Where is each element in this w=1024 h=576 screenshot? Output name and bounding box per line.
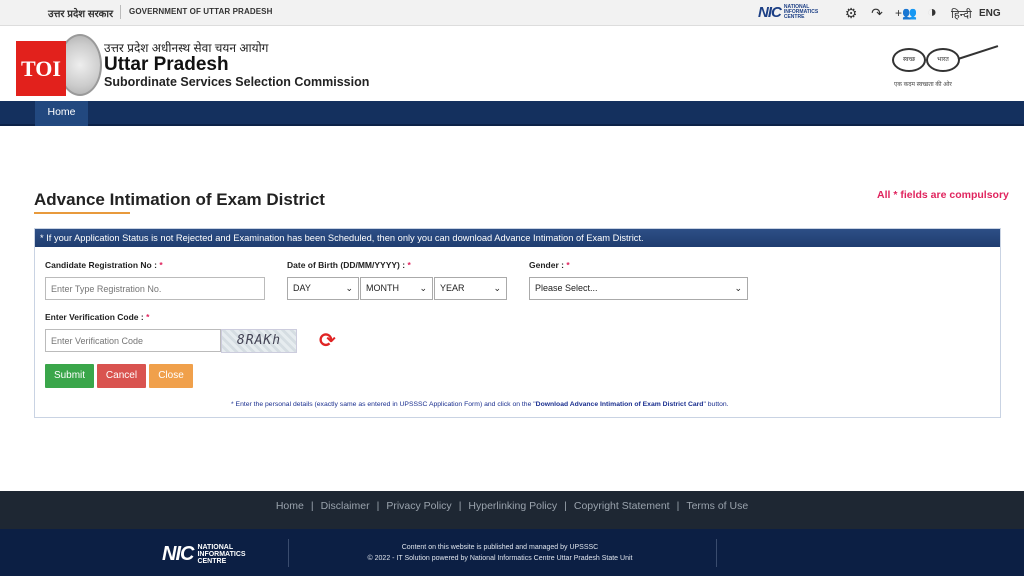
required-mark: * <box>407 260 411 270</box>
gender-select[interactable]: Please Select... ⌄ <box>529 277 748 300</box>
site-subtitle: Subordinate Services Selection Commissio… <box>104 75 370 89</box>
submit-button[interactable]: Submit <box>45 364 94 388</box>
footer-separator: | <box>310 500 314 512</box>
swachh-glasses-arm <box>957 45 999 60</box>
language-hindi-link[interactable]: हिन्दी <box>951 7 972 22</box>
nic-logo[interactable]: NIC NATIONAL INFORMATICS CENTRE <box>758 4 818 21</box>
site-title[interactable]: Uttar Pradesh <box>104 54 229 76</box>
footer-separator: | <box>676 500 680 512</box>
swachh-tagline: एक कदम स्वच्छता की ओर <box>894 82 952 88</box>
chevron-down-icon: ⌄ <box>419 283 427 293</box>
note-text-end: " button. <box>703 401 729 408</box>
required-mark: * <box>159 260 163 270</box>
required-mark: * <box>566 260 570 270</box>
footer-nic-logo-mark: NIC <box>162 543 194 565</box>
close-button[interactable]: Close <box>149 364 193 388</box>
accessibility-icon[interactable]: +👥 <box>895 4 917 22</box>
chevron-down-icon: ⌄ <box>734 283 742 293</box>
footer-link-hyperlinking-policy[interactable]: Hyperlinking Policy <box>468 500 557 512</box>
footer-bottom: NIC NATIONAL INFORMATICS CENTRE Content … <box>0 529 1024 576</box>
swachh-left-lens: स्वच्छ <box>892 48 926 72</box>
panel-notice: * If your Application Status is not Reje… <box>35 229 1000 247</box>
registration-input[interactable] <box>45 277 265 300</box>
main-nav: Home <box>0 101 1024 126</box>
screen-reader-icon[interactable]: ↷ <box>868 4 886 22</box>
toi-watermark-badge: TOI <box>16 41 66 96</box>
footer-link-terms[interactable]: Terms of Use <box>686 500 748 512</box>
dob-day-select[interactable]: DAY ⌄ <box>287 277 359 300</box>
footer-separator: | <box>458 500 462 512</box>
divider <box>120 5 121 19</box>
gov-english-link[interactable]: GOVERNMENT OF UTTAR PRADESH <box>129 7 272 16</box>
gender-label-text: Gender : <box>529 260 564 270</box>
nic-logo-text: NATIONAL INFORMATICS CENTRE <box>783 4 819 20</box>
footer-links: Home | Disclaimer | Privacy Policy | Hyperlink… <box>0 491 1024 521</box>
form-panel: * If your Application Status is not Reje… <box>34 228 1001 418</box>
gender-label: Gender : * <box>529 260 570 270</box>
site-header: TOI उत्तर प्रदेश अधीनस्थ सेवा चयन आयोग U… <box>0 26 1024 101</box>
note-text-start: * Enter the personal details (exactly sa… <box>231 401 536 408</box>
title-underline <box>34 212 130 214</box>
form-instruction-note: * Enter the personal details (exactly sa… <box>231 401 729 408</box>
language-english-link[interactable]: ENG <box>979 8 1001 19</box>
footer-link-disclaimer[interactable]: Disclaimer <box>321 500 370 512</box>
footer-separator: | <box>564 500 567 512</box>
footer-link-privacy-policy[interactable]: Privacy Policy <box>386 500 451 512</box>
gender-value: Please Select... <box>535 283 598 293</box>
divider <box>288 539 289 567</box>
chevron-down-icon: ⌄ <box>493 283 501 293</box>
footer-copyright: © 2022 - IT Solution powered by National… <box>367 555 633 562</box>
cancel-button[interactable]: Cancel <box>97 364 146 388</box>
divider <box>716 539 717 567</box>
registration-label-text: Candidate Registration No : <box>45 260 157 270</box>
dob-year-value: YEAR <box>440 283 465 293</box>
top-bar: उत्तर प्रदेश सरकार GOVERNMENT OF UTTAR P… <box>0 0 1024 26</box>
dob-day-value: DAY <box>293 283 311 293</box>
gov-hindi-link[interactable]: उत्तर प्रदेश सरकार <box>48 6 113 20</box>
chevron-down-icon: ⌄ <box>345 283 353 293</box>
footer-nic-logo-text: NATIONAL INFORMATICS CENTRE <box>197 544 246 565</box>
verification-code-input[interactable] <box>45 329 221 352</box>
verification-label-text: Enter Verification Code : <box>45 312 144 322</box>
required-mark: * <box>146 312 150 322</box>
nav-home[interactable]: Home <box>35 101 88 126</box>
settings-icon[interactable]: ⚙ <box>842 4 860 22</box>
registration-label: Candidate Registration No : * <box>45 260 163 270</box>
footer-content-info: Content on this website is published and… <box>300 542 700 564</box>
dob-month-value: MONTH <box>366 283 399 293</box>
refresh-captcha-icon[interactable]: ⟳ <box>319 329 336 353</box>
footer-separator: | <box>376 500 380 512</box>
footer-nic-logo[interactable]: NIC NATIONAL INFORMATICS CENTRE <box>162 543 257 566</box>
footer-managed-by: Content on this website is published and… <box>401 544 599 551</box>
swachh-right-lens: भारत <box>926 48 960 72</box>
dob-year-select[interactable]: YEAR ⌄ <box>434 277 507 300</box>
compulsory-note: All * fields are compulsory <box>877 189 1009 201</box>
dob-label-text: Date of Birth (DD/MM/YYYY) : <box>287 260 406 270</box>
page-title: Advance Intimation of Exam District <box>34 190 325 209</box>
contrast-icon[interactable]: ◑ <box>923 4 941 22</box>
dob-month-select[interactable]: MONTH ⌄ <box>360 277 433 300</box>
verification-label: Enter Verification Code : * <box>45 312 149 322</box>
footer-link-home[interactable]: Home <box>276 500 304 512</box>
captcha-image: 8RAKh <box>221 329 297 353</box>
note-button-name: Download Advance Intimation of Exam Dist… <box>535 401 704 408</box>
dob-label: Date of Birth (DD/MM/YYYY) : * <box>287 260 411 270</box>
footer-link-copyright[interactable]: Copyright Statement <box>574 500 670 512</box>
nic-logo-mark: NIC <box>758 4 782 21</box>
footer-links-bar: Home | Disclaimer | Privacy Policy | Hyperlink… <box>0 491 1024 529</box>
swachh-bharat-logo: स्वच्छ भारत एक कदम स्वच्छता की ओर <box>888 38 1008 96</box>
